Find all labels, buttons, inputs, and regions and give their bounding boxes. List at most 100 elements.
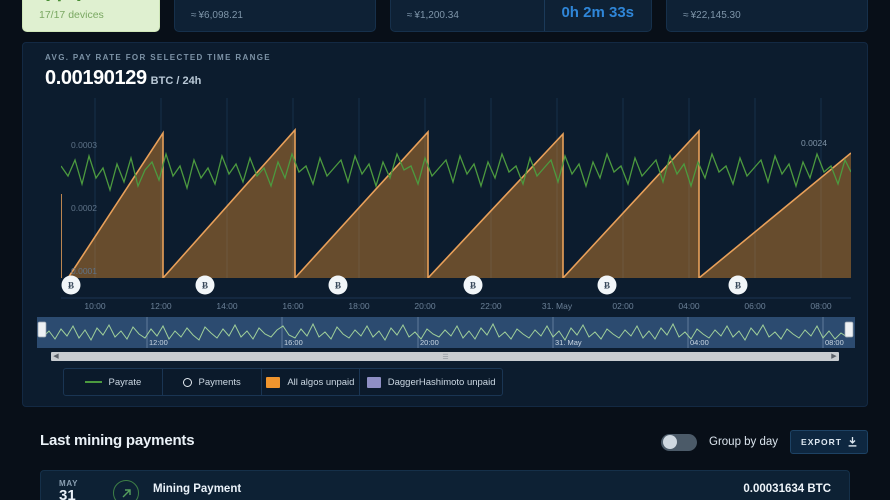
approx-sign: ≈ xyxy=(406,10,413,21)
payment-markers[interactable]: Ƀ Ƀ Ƀ Ƀ Ƀ Ƀ xyxy=(61,275,748,295)
chart-svg: 0.0003 0.0002 0.0001 0.0024 Ƀ Ƀ Ƀ Ƀ Ƀ Ƀ … xyxy=(61,98,851,311)
payment-marker-symbol: Ƀ xyxy=(335,281,341,291)
total-paid-card[interactable]: 0.00563716BTC ≈¥22,145.30 xyxy=(666,0,868,32)
next-payout-timer: 0h 2m 33s xyxy=(561,4,635,21)
series-all-algos-unpaid xyxy=(61,127,851,278)
legend-label: Payrate xyxy=(108,376,142,388)
group-by-day-toggle[interactable] xyxy=(661,433,697,451)
total-unit: BTC xyxy=(783,0,805,1)
chart-scrollbar[interactable]: ◀ ☰ ▶ xyxy=(51,352,839,361)
payment-day: 31 xyxy=(59,487,76,500)
legend-item-payments[interactable]: Payments xyxy=(161,369,261,395)
x-tick: 06:00 xyxy=(744,301,766,311)
unpaid-value: 0.00030333BTC xyxy=(407,0,529,4)
mining-dashboard-page: 4 / 4 17/17 devices 0.00133232BTC ≈¥6,09… xyxy=(0,0,890,500)
total-value: 0.00563716BTC xyxy=(683,0,851,4)
export-button[interactable]: EXPORT xyxy=(790,430,868,454)
navigator-right-handle[interactable] xyxy=(844,321,854,338)
chart-avg-payrate: 0.00190129 BTC / 24h xyxy=(45,67,867,90)
x-tick: 20:00 xyxy=(414,301,436,311)
y-tick-2: 0.0001 xyxy=(71,266,97,276)
next-payout-cell: 0h 2m 33s xyxy=(544,0,651,31)
navigator-tick: 31. May xyxy=(555,338,582,347)
navigator-tick: 12:00 xyxy=(149,338,168,347)
devices-card[interactable]: 4 / 4 17/17 devices xyxy=(22,0,160,32)
balance-fiat-value: ¥6,098.21 xyxy=(198,10,244,21)
x-tick: 16:00 xyxy=(282,301,304,311)
payment-marker-symbol: Ƀ xyxy=(604,281,610,291)
payment-amount: 0.00031634 BTC xyxy=(743,483,831,495)
toggle-knob xyxy=(662,435,677,449)
payments-controls: Group by day EXPORT xyxy=(661,430,868,454)
payrate-chart-panel: AVG. PAY RATE FOR SELECTED TIME RANGE 0.… xyxy=(22,42,868,407)
balance-card[interactable]: 0.00133232BTC ≈¥6,098.21 xyxy=(174,0,376,32)
legend-label: All algos unpaid xyxy=(287,376,355,388)
approx-sign: ≈ xyxy=(683,10,689,21)
right-value-label: 0.0024 xyxy=(801,138,827,148)
approx-sign: ≈ xyxy=(191,10,197,21)
x-tick: 04:00 xyxy=(678,301,700,311)
legend-label: DaggerHashimoto unpaid xyxy=(387,376,496,388)
scrollbar-grip[interactable]: ☰ xyxy=(442,353,448,361)
legend-item-daggerhashimoto-unpaid[interactable]: DaggerHashimoto unpaid xyxy=(359,369,502,395)
chart-avg-value: 0.00190129 xyxy=(45,67,147,89)
chart-legend: Payrate Payments All algos unpaid Dagger… xyxy=(63,368,503,396)
legend-item-all-algos-unpaid[interactable]: All algos unpaid xyxy=(260,369,360,395)
navigator-left-handle[interactable] xyxy=(37,321,47,338)
series-payrate xyxy=(61,151,851,193)
payment-date: MAY 31 xyxy=(59,479,99,500)
total-amount: 0.00563716 xyxy=(683,0,780,3)
x-tick: 31. May xyxy=(542,301,573,311)
devices-value: 4 / 4 xyxy=(39,0,83,7)
unpaid-unit: BTC xyxy=(506,0,528,1)
x-tick: 10:00 xyxy=(84,301,106,311)
daggerhashimoto-swatch-icon xyxy=(366,376,381,388)
balance-fiat: ≈ ¥6,098.21 xyxy=(191,10,359,21)
export-label: EXPORT xyxy=(801,437,842,447)
navigator-tick: 08:00 xyxy=(825,338,844,347)
payment-title: Mining Payment xyxy=(153,483,242,495)
payment-marker-symbol: Ƀ xyxy=(202,281,208,291)
x-tick: 14:00 xyxy=(216,301,238,311)
chart-avg-unit: BTC / 24h xyxy=(150,75,202,87)
balance-unit: BTC xyxy=(290,0,312,1)
chart-header: AVG. PAY RATE FOR SELECTED TIME RANGE 0.… xyxy=(23,43,867,90)
download-icon xyxy=(848,437,857,447)
unpaid-fiat: ≈ ¥1,200.34 xyxy=(407,10,529,21)
chart-series-group xyxy=(61,127,851,278)
all-algos-swatch-icon xyxy=(266,376,281,388)
payments-circle-icon xyxy=(182,377,192,387)
scrollbar-left-arrow[interactable]: ◀ xyxy=(51,352,61,361)
y-tick-0: 0.0003 xyxy=(71,140,97,150)
payment-marker-symbol: Ƀ xyxy=(470,281,476,291)
chart-navigator[interactable]: 12:00 16:00 20:00 31. May 04:00 08:00 ◀ … xyxy=(37,317,855,361)
unpaid-cell: 0.00030333BTC ≈¥1,200.34 xyxy=(391,0,545,31)
chart-plot-area[interactable]: 0.0003 0.0002 0.0001 0.0024 Ƀ Ƀ Ƀ Ƀ Ƀ Ƀ … xyxy=(23,98,869,313)
scrollbar-right-arrow[interactable]: ▶ xyxy=(829,352,839,361)
payment-arrow-icon xyxy=(113,480,139,500)
x-tick: 12:00 xyxy=(150,301,172,311)
payment-marker-symbol: Ƀ xyxy=(735,281,741,291)
total-fiat: ≈ ¥22,145.30 xyxy=(683,10,851,21)
payment-row[interactable]: MAY 31 Mining Payment 0.00031634 BTC xyxy=(40,470,850,500)
page-title: Last mining payments xyxy=(40,432,195,449)
group-by-day-label: Group by day xyxy=(709,436,779,448)
total-fiat-value: ¥22,145.30 xyxy=(690,10,741,21)
navigator-tick: 04:00 xyxy=(690,338,709,347)
y-tick-1: 0.0002 xyxy=(71,203,97,213)
arrow-up-right-icon xyxy=(122,488,131,497)
unpaid-and-payout-card[interactable]: 0.00030333BTC ≈¥1,200.34 0h 2m 33s xyxy=(389,0,653,32)
unpaid-amount: 0.00030333 xyxy=(407,0,504,3)
legend-item-payrate[interactable]: Payrate xyxy=(64,369,162,395)
x-tick: 18:00 xyxy=(348,301,370,311)
balance-value: 0.00133232BTC xyxy=(191,0,359,4)
payrate-line-icon xyxy=(84,381,102,383)
x-tick: 08:00 xyxy=(810,301,832,311)
chart-kicker: AVG. PAY RATE FOR SELECTED TIME RANGE xyxy=(45,53,271,62)
legend-label: Payments xyxy=(198,376,241,388)
navigator-svg[interactable]: 12:00 16:00 20:00 31. May 04:00 08:00 xyxy=(37,317,855,351)
devices-sub: 17/17 devices xyxy=(39,9,104,21)
unpaid-fiat-value: ¥1,200.34 xyxy=(414,10,459,21)
navigator-tick: 16:00 xyxy=(284,338,303,347)
stats-row: 4 / 4 17/17 devices 0.00133232BTC ≈¥6,09… xyxy=(0,0,890,32)
